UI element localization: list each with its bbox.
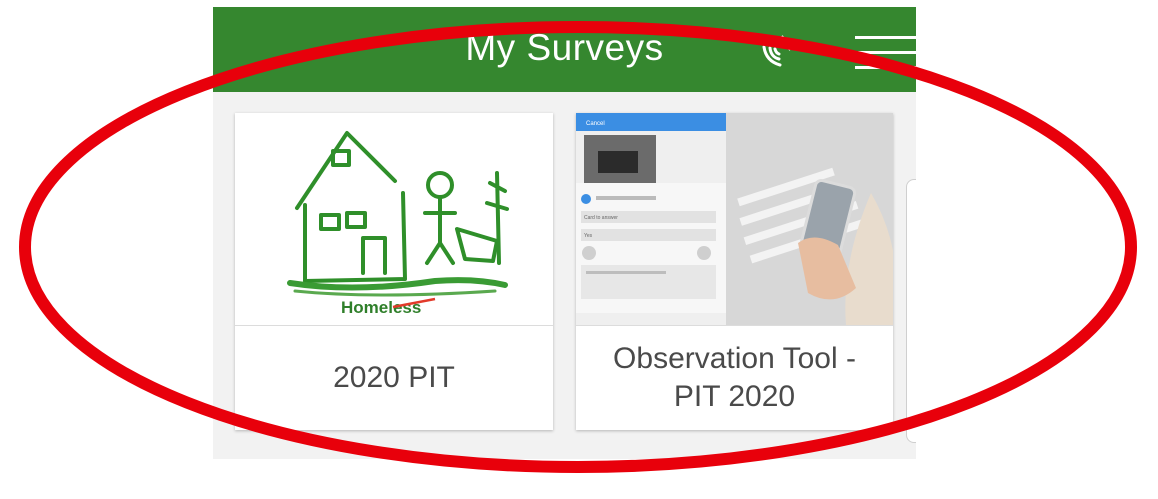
svg-text:Homeless: Homeless [341, 298, 421, 317]
survey-title: 2020 PIT [333, 361, 455, 394]
survey-card-2020-pit[interactable]: Homeless 2020 PIT [235, 113, 553, 430]
survey-thumbnail: Homeless [235, 113, 553, 326]
survey-title: Observation Tool - PIT 2020 [613, 342, 856, 413]
house-drawing-caption: Homeless [341, 298, 421, 317]
hamburger-menu-icon[interactable] [855, 32, 916, 72]
survey-thumbnail: Cancel Card to answer Yes [576, 113, 893, 326]
house-drawing-thumbnail: Homeless [235, 113, 553, 325]
page-title: My Surveys [465, 27, 664, 68]
app-header: My Surveys [213, 7, 916, 92]
satellite-signal-icon[interactable] [758, 27, 802, 71]
svg-text:Cancel: Cancel [586, 121, 605, 127]
svg-text:Card to answer: Card to answer [584, 215, 618, 221]
survey-card-observation-tool[interactable]: Cancel Card to answer Yes Observation To… [576, 113, 893, 430]
svg-text:Yes: Yes [584, 233, 593, 239]
survey123-app: My Surveys Homeless 2020 PIT Cancel Card… [213, 7, 916, 459]
next-card-edge [906, 179, 916, 443]
phone-street-photo-thumbnail: Cancel Card to answer Yes [576, 113, 893, 325]
